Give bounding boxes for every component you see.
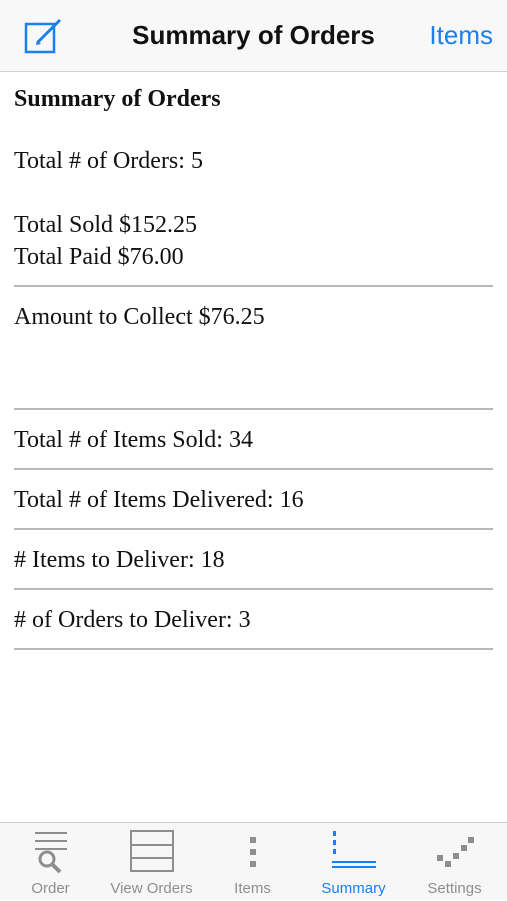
items-button[interactable]: Items bbox=[429, 20, 493, 51]
total-paid: Total Paid $76.00 bbox=[14, 244, 184, 270]
divider bbox=[14, 408, 493, 410]
orders-to-deliver: # of Orders to Deliver: 3 bbox=[14, 607, 251, 633]
amount-to-collect: Amount to Collect $76.25 bbox=[14, 304, 265, 330]
view-orders-icon bbox=[129, 830, 174, 872]
divider bbox=[14, 528, 493, 530]
tab-bar: Order View Orders Items Summary Settings bbox=[0, 822, 507, 900]
navigation-bar: Summary of Orders Items bbox=[0, 0, 507, 72]
divider bbox=[14, 648, 493, 650]
items-sold: Total # of Items Sold: 34 bbox=[14, 427, 253, 453]
tab-summary[interactable]: Summary bbox=[303, 823, 404, 901]
tab-settings[interactable]: Settings bbox=[404, 823, 505, 901]
divider bbox=[14, 468, 493, 470]
divider bbox=[14, 588, 493, 590]
tab-label: View Orders bbox=[110, 880, 193, 897]
tab-label: Order bbox=[31, 880, 70, 897]
tab-label: Items bbox=[234, 880, 271, 897]
items-delivered: Total # of Items Delivered: 16 bbox=[14, 487, 304, 513]
order-icon bbox=[34, 832, 67, 874]
tab-view-orders[interactable]: View Orders bbox=[101, 823, 202, 901]
tab-label: Summary bbox=[321, 880, 386, 897]
summary-heading: Summary of Orders bbox=[14, 86, 221, 112]
items-icon bbox=[249, 837, 256, 867]
tab-label: Settings bbox=[427, 880, 482, 897]
tab-order[interactable]: Order bbox=[0, 823, 101, 901]
total-sold: Total Sold $152.25 bbox=[14, 212, 197, 238]
summary-icon bbox=[331, 831, 376, 868]
items-to-deliver: # Items to Deliver: 18 bbox=[14, 547, 225, 573]
total-orders: Total # of Orders: 5 bbox=[14, 148, 203, 174]
tab-items[interactable]: Items bbox=[202, 823, 303, 901]
settings-icon bbox=[436, 837, 474, 867]
divider bbox=[14, 285, 493, 287]
